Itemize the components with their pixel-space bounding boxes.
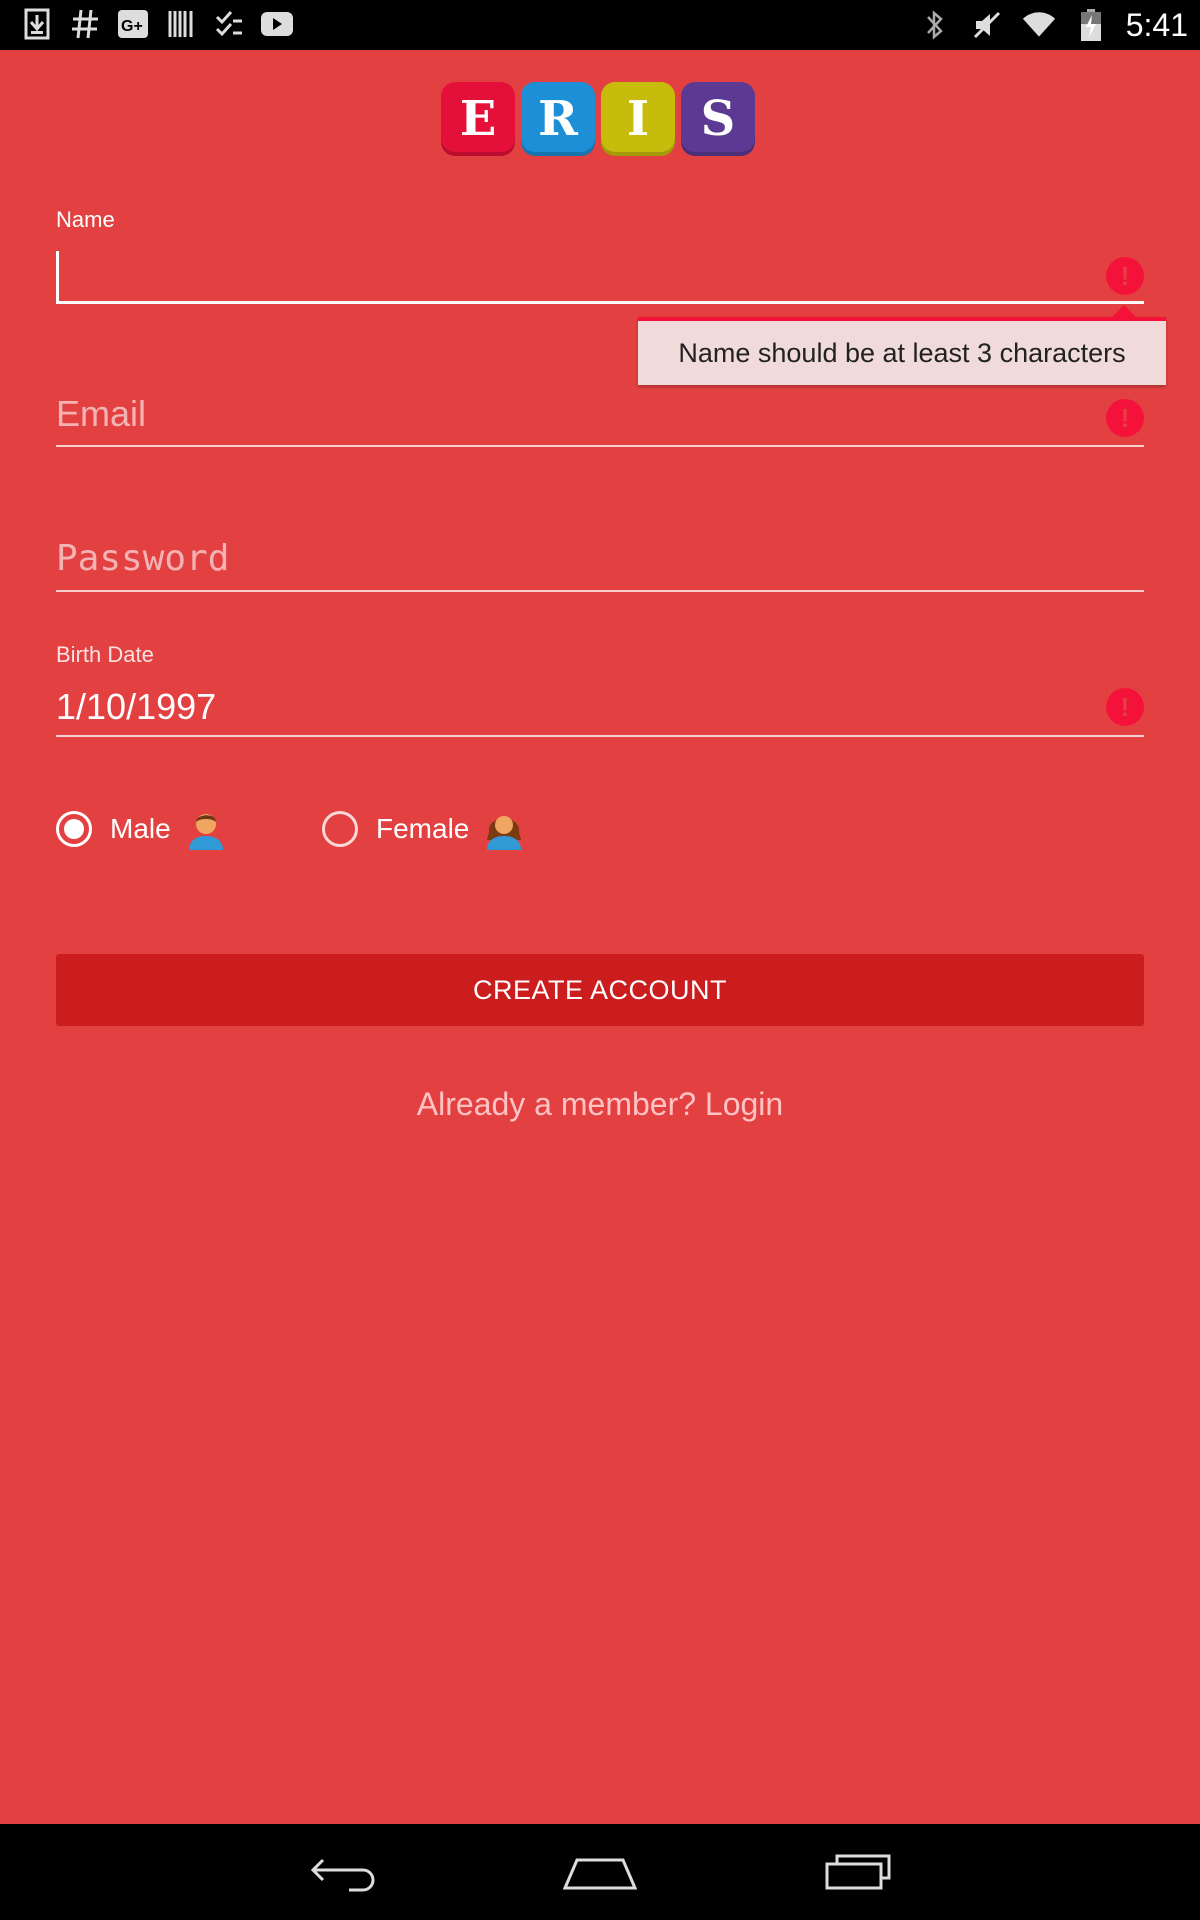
email-underline	[56, 445, 1144, 447]
tooltip-arrow	[1112, 305, 1136, 317]
birth-date-underline	[56, 735, 1144, 737]
email-placeholder: Email	[56, 393, 147, 434]
female-label: Female	[376, 813, 470, 844]
name-error-tooltip: Name should be at least 3 characters	[638, 317, 1166, 385]
logo-tile-e: E	[441, 82, 515, 156]
birth-date-label: Birth Date	[56, 642, 154, 667]
mute-icon	[970, 8, 1004, 42]
male-avatar-icon	[188, 814, 223, 850]
birth-date-error-icon[interactable]: !	[1106, 688, 1144, 726]
female-radio[interactable]	[322, 811, 358, 847]
female-option[interactable]: Female	[322, 808, 525, 850]
password-underline	[56, 590, 1144, 592]
home-icon[interactable]	[560, 1844, 640, 1900]
male-radio[interactable]	[56, 811, 92, 847]
name-underline	[56, 301, 1144, 304]
notification-icons: G+	[20, 7, 294, 41]
back-icon[interactable]	[304, 1844, 384, 1900]
password-placeholder: Password	[56, 538, 230, 579]
gender-radio-group: Male Female	[56, 808, 525, 850]
navigation-bar	[0, 1824, 1200, 1920]
youtube-icon	[260, 7, 294, 41]
female-avatar-icon	[487, 816, 522, 850]
logo-tile-r: R	[521, 82, 595, 156]
status-bar: G+ 5:41	[0, 0, 1200, 50]
barcode-icon	[164, 7, 198, 41]
clock: 5:41	[1125, 6, 1188, 43]
password-field[interactable]: Password	[56, 530, 1144, 594]
checklist-icon	[212, 7, 246, 41]
email-field[interactable]: Email !	[56, 385, 1144, 449]
login-link[interactable]: Already a member? Login	[0, 1086, 1200, 1123]
bluetooth-icon	[918, 8, 952, 42]
text-cursor	[56, 251, 59, 301]
system-icons: 5:41	[918, 0, 1188, 50]
google-plus-icon: G+	[116, 7, 150, 41]
email-error-icon[interactable]: !	[1106, 399, 1144, 437]
logo-tile-i: I	[601, 82, 675, 156]
birth-date-value: 1/10/1997	[56, 686, 217, 727]
hash-icon	[68, 7, 102, 41]
download-icon	[20, 7, 54, 41]
birth-date-field[interactable]: Birth Date 1/10/1997 !	[56, 640, 1144, 740]
create-account-button[interactable]: CREATE ACCOUNT	[56, 954, 1144, 1026]
eris-logo: ERIS	[441, 82, 755, 156]
logo-tile-s: S	[681, 82, 755, 156]
svg-text:G+: G+	[121, 18, 143, 35]
recents-icon[interactable]	[818, 1844, 898, 1900]
battery-charging-icon	[1074, 8, 1108, 42]
wifi-icon	[1022, 8, 1056, 42]
name-field[interactable]: Name !	[56, 205, 1144, 305]
name-label: Name	[56, 207, 115, 232]
name-error-icon[interactable]: !	[1106, 257, 1144, 295]
male-option[interactable]: Male	[56, 808, 322, 850]
male-label: Male	[110, 813, 171, 844]
